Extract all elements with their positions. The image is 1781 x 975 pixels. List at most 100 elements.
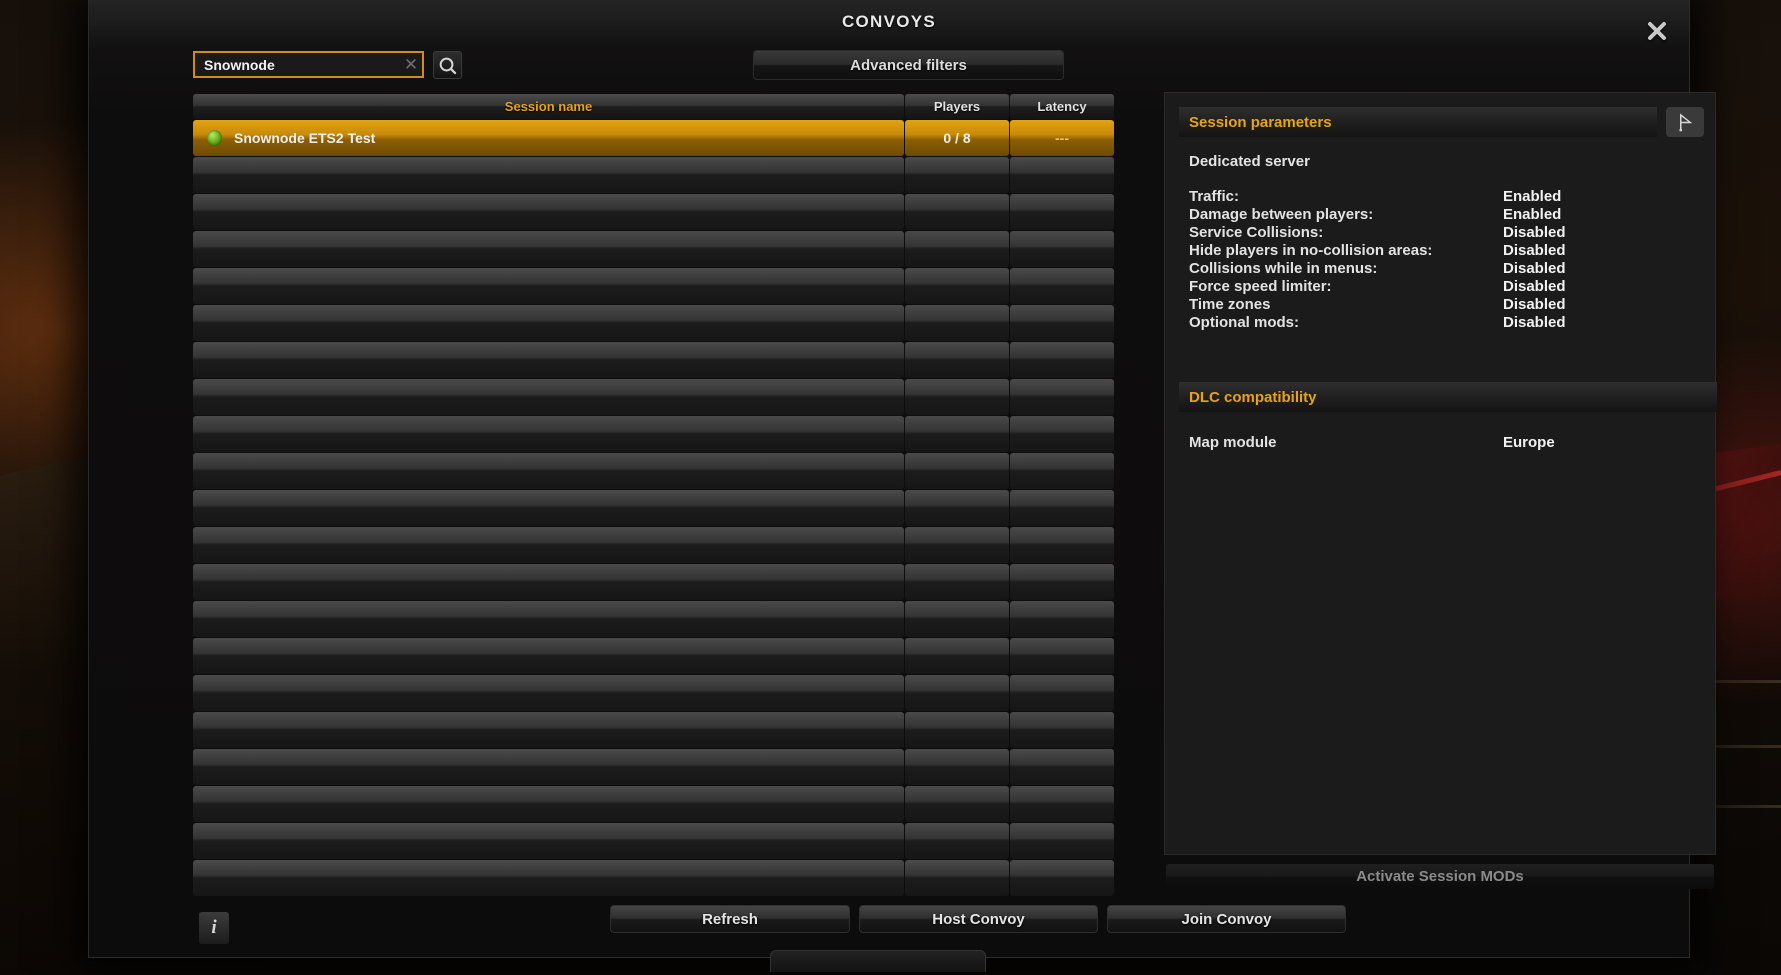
session-parameter-row: Optional mods: Disabled (1189, 313, 1693, 331)
table-row[interactable] (193, 527, 1135, 563)
table-header-row: Session name Players Latency (193, 94, 1135, 119)
status-online-icon (207, 130, 222, 146)
cell-session-name (193, 749, 904, 785)
cell-latency (1010, 527, 1114, 563)
cell-players (905, 786, 1009, 822)
dlc-label: Map module (1189, 433, 1277, 451)
table-row[interactable]: Snownode ETS2 Test 0 / 8 --- (193, 120, 1135, 156)
cell-session-name (193, 416, 904, 452)
table-row[interactable] (193, 712, 1135, 748)
refresh-button[interactable]: Refresh (610, 905, 850, 933)
cell-players (905, 453, 1009, 489)
sessions-table: Session name Players Latency Snownode ET… (193, 94, 1135, 896)
cell-latency (1010, 860, 1114, 896)
cell-session-name (193, 231, 904, 267)
table-row[interactable] (193, 416, 1135, 452)
page-title: CONVOYS (841, 12, 937, 31)
cell-players (905, 823, 1009, 859)
session-details-panel: Session parameters Dedicated server Traf… (1164, 92, 1717, 855)
parameter-value: Disabled (1503, 295, 1566, 313)
parameter-label: Service Collisions: (1189, 223, 1324, 241)
cell-latency (1010, 490, 1114, 526)
section-header-session-parameters: Session parameters (1179, 107, 1657, 137)
cell-session-name (193, 860, 904, 896)
parameter-value: Disabled (1503, 223, 1566, 241)
column-header-session-name[interactable]: Session name (193, 94, 904, 119)
cell-session-name (193, 823, 904, 859)
cell-latency (1010, 231, 1114, 267)
table-row[interactable] (193, 749, 1135, 785)
table-row[interactable] (193, 342, 1135, 378)
session-parameter-row: Service Collisions: Disabled (1189, 223, 1693, 241)
table-body: Snownode ETS2 Test 0 / 8 --- (193, 120, 1135, 896)
cell-session-name (193, 601, 904, 637)
table-row[interactable] (193, 601, 1135, 637)
cell-players (905, 379, 1009, 415)
table-row[interactable] (193, 194, 1135, 230)
session-parameter-row: Time zones Disabled (1189, 295, 1693, 313)
cell-players (905, 194, 1009, 230)
cell-session-name (193, 194, 904, 230)
cell-players (905, 527, 1009, 563)
table-row[interactable] (193, 638, 1135, 674)
table-row[interactable] (193, 305, 1135, 341)
table-row[interactable] (193, 860, 1135, 896)
search-input[interactable] (195, 53, 400, 76)
dlc-compatibility-list: Map module Europe (1189, 432, 1693, 452)
cell-players (905, 157, 1009, 193)
cell-session-name (193, 527, 904, 563)
cell-players (905, 416, 1009, 452)
table-row[interactable] (193, 453, 1135, 489)
table-row[interactable] (193, 823, 1135, 859)
parameter-label: Optional mods: (1189, 313, 1299, 331)
cell-session-name (193, 675, 904, 711)
cell-latency (1010, 823, 1114, 859)
cell-latency (1010, 194, 1114, 230)
table-row[interactable] (193, 675, 1135, 711)
convoys-dialog: CONVOYS ✕ Advanced filters Session name … (88, 0, 1717, 972)
table-row[interactable] (193, 564, 1135, 600)
session-parameter-row: Force speed limiter: Disabled (1189, 277, 1693, 295)
column-header-latency[interactable]: Latency (1010, 94, 1114, 119)
host-convoy-button[interactable]: Host Convoy (859, 905, 1098, 933)
column-header-players[interactable]: Players (905, 94, 1009, 119)
activate-session-mods-button[interactable]: Activate Session MODs (1166, 864, 1714, 889)
cell-latency (1010, 416, 1114, 452)
parameter-label: Collisions while in menus: (1189, 259, 1378, 277)
table-row[interactable] (193, 490, 1135, 526)
search-clear-icon[interactable]: ✕ (400, 53, 422, 76)
close-icon (1648, 22, 1666, 40)
flag-button[interactable] (1666, 107, 1704, 137)
parameter-label: Force speed limiter: (1189, 277, 1332, 295)
table-row[interactable] (193, 786, 1135, 822)
table-row[interactable] (193, 231, 1135, 267)
cell-latency (1010, 305, 1114, 341)
search-button[interactable] (433, 51, 462, 79)
cell-latency (1010, 675, 1114, 711)
dlc-row: Map module Europe (1189, 432, 1693, 452)
cell-session-name (193, 305, 904, 341)
table-row[interactable] (193, 379, 1135, 415)
bottom-tab-decoration (770, 950, 986, 972)
parameter-value: Disabled (1503, 241, 1566, 259)
server-type-label: Dedicated server (1189, 153, 1310, 170)
cell-latency (1010, 342, 1114, 378)
cell-players (905, 601, 1009, 637)
cell-players (905, 712, 1009, 748)
search-field-wrapper[interactable]: ✕ (193, 51, 424, 78)
parameter-label: Traffic: (1189, 187, 1240, 205)
close-button[interactable] (1642, 16, 1672, 46)
cell-latency (1010, 712, 1114, 748)
parameter-value: Enabled (1503, 187, 1562, 205)
cell-latency (1010, 379, 1114, 415)
parameter-label: Hide players in no-collision areas: (1189, 241, 1433, 259)
cell-players (905, 638, 1009, 674)
search-icon (439, 57, 457, 74)
table-row[interactable] (193, 268, 1135, 304)
join-convoy-button[interactable]: Join Convoy (1107, 905, 1346, 933)
cell-latency (1010, 564, 1114, 600)
info-button[interactable]: i (199, 912, 229, 944)
advanced-filters-button[interactable]: Advanced filters (753, 50, 1064, 80)
session-parameters-list: Traffic: Enabled Damage between players: En… (1189, 187, 1693, 331)
table-row[interactable] (193, 157, 1135, 193)
